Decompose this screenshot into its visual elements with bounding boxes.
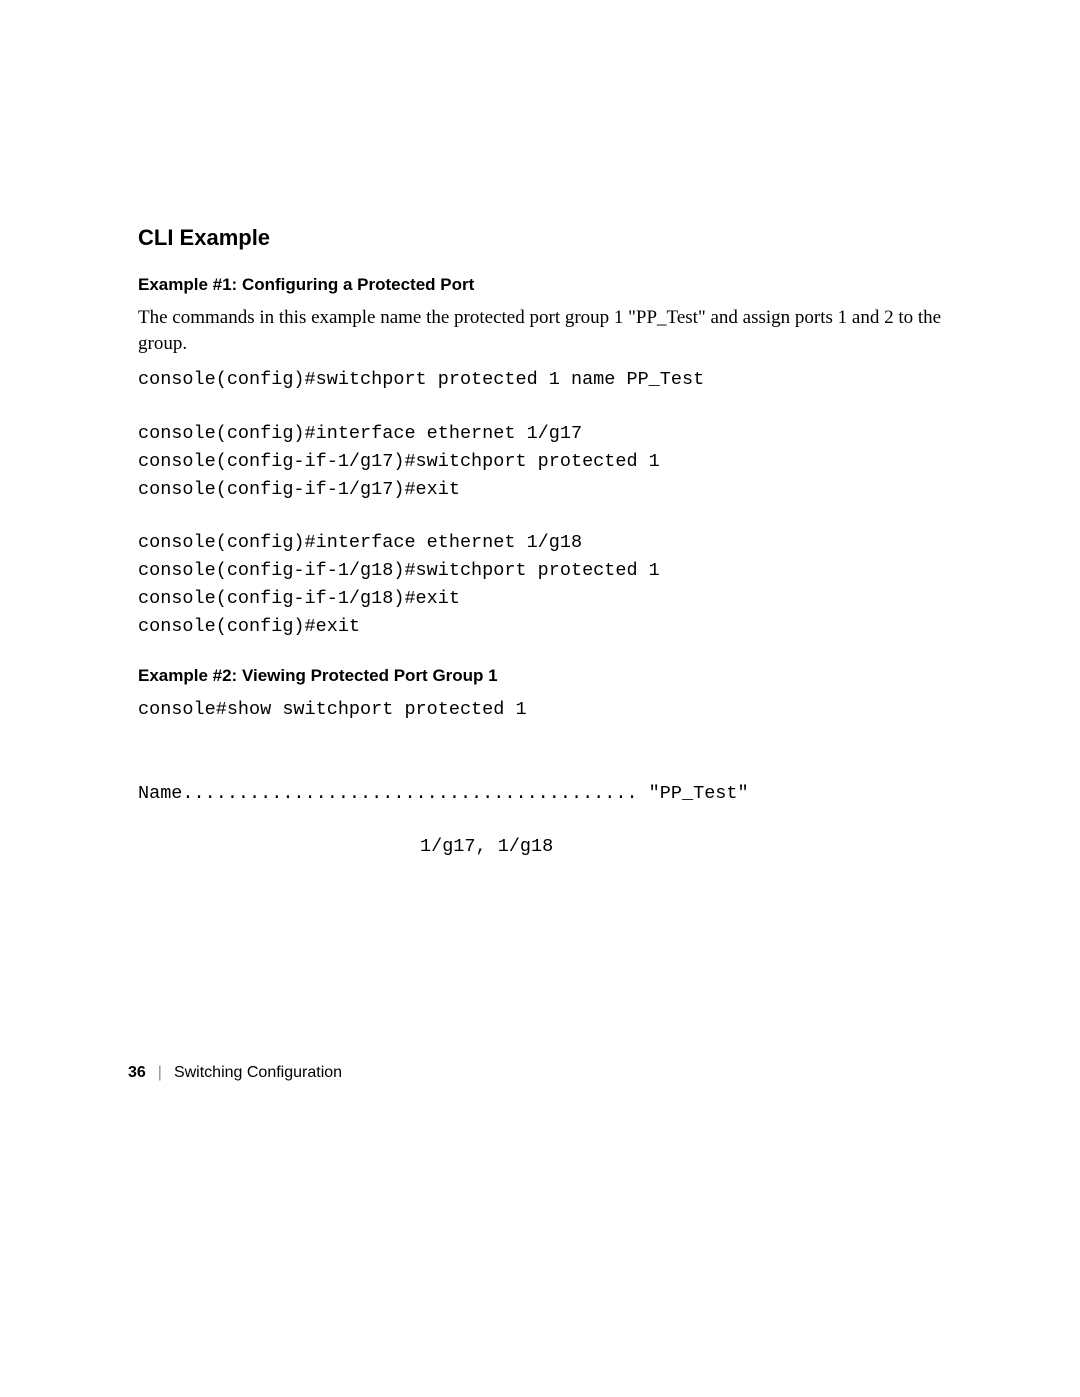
page-footer: 36 | Switching Configuration (128, 1064, 342, 1082)
code-line: console(config)#interface ethernet 1/g17… (138, 420, 950, 503)
footer-divider: | (158, 1064, 162, 1082)
example-1-description: The commands in this example name the pr… (138, 305, 950, 356)
example-2-block: Example #2: Viewing Protected Port Group… (138, 666, 950, 857)
code-line: console(config)#switchport protected 1 n… (138, 366, 950, 394)
page-container: CLI Example Example #1: Configuring a Pr… (0, 0, 1080, 1397)
cli-example-heading: CLI Example (138, 225, 950, 251)
example-1-code-block-2: console(config)#interface ethernet 1/g17… (138, 420, 950, 503)
example-1-code-block-1: console(config)#switchport protected 1 n… (138, 366, 950, 394)
example-2-output-ports: 1/g17, 1/g18 (138, 836, 950, 857)
page-number: 36 (128, 1064, 146, 1082)
code-line: console(config)#interface ethernet 1/g18… (138, 529, 950, 640)
footer-section: Switching Configuration (174, 1064, 342, 1082)
example-2-output-name: Name....................................… (138, 780, 950, 808)
example-1-title: Example #1: Configuring a Protected Port (138, 275, 950, 295)
example-2-command: console#show switchport protected 1 (138, 696, 950, 724)
example-2-title: Example #2: Viewing Protected Port Group… (138, 666, 950, 686)
example-1-code-block-3: console(config)#interface ethernet 1/g18… (138, 529, 950, 640)
